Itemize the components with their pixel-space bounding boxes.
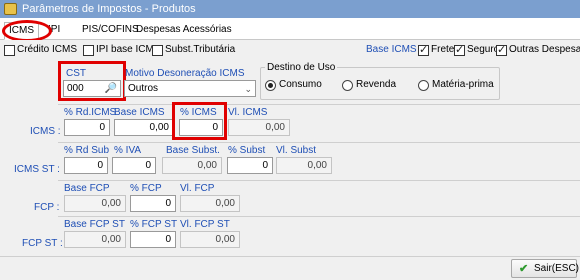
vl-subst-input[interactable]: 0,00 <box>276 157 332 174</box>
pct-fcp-input[interactable]: 0 <box>130 195 176 212</box>
base-icms-field-label: Base ICMS <box>114 107 165 118</box>
check-icon: ✔ <box>519 263 529 275</box>
app-icon <box>4 3 17 15</box>
motivo-desoneracao-label: Motivo Desoneração ICMS <box>125 68 245 79</box>
base-fcp-st-label: Base FCP ST <box>64 219 125 230</box>
sair-button[interactable]: ✔ Sair(ESC) <box>511 259 580 278</box>
sair-button-label: Sair(ESC) <box>534 263 580 274</box>
radio-revenda-label: Revenda <box>356 79 397 90</box>
fcp-st-row-label: FCP ST : <box>22 238 63 249</box>
subst-tributaria-checkbox[interactable] <box>152 45 163 56</box>
rd-sub-label: % Rd Sub <box>64 145 110 156</box>
rd-icms-label: % Rd.ICMS <box>64 107 117 118</box>
fcp-row-divider <box>58 180 580 181</box>
icms-row-divider <box>58 104 580 105</box>
seguro-checkbox[interactable] <box>454 43 465 56</box>
outras-despesas-label: Outras Despesas <box>509 44 580 55</box>
vl-icms-input[interactable]: 0,00 <box>228 119 290 136</box>
base-subst-label: Base Subst. <box>166 145 220 156</box>
tab-despesas-acessorias[interactable]: Despesas Acessórias <box>132 22 236 40</box>
vl-subst-label: Vl. Subst <box>276 145 317 156</box>
base-fcp-label: Base FCP <box>64 183 110 194</box>
vl-fcp-st-input[interactable]: 0,00 <box>180 231 240 248</box>
pct-subst-input[interactable]: 0 <box>227 157 273 174</box>
radio-materia-prima-label: Matéria-prima <box>432 79 494 90</box>
highlight-oval-tab-icms <box>2 20 52 42</box>
ipi-base-icms-label: IPI base ICMS <box>96 44 161 55</box>
vl-fcp-label: Vl. FCP <box>180 183 215 194</box>
base-fcp-input[interactable]: 0,00 <box>64 195 126 212</box>
vl-icms-label: Vl. ICMS <box>228 107 268 118</box>
base-icms-input[interactable]: 0,00 <box>114 119 174 136</box>
window-title: Parâmetros de Impostos - Produtos <box>22 3 196 15</box>
iva-input[interactable]: 0 <box>112 157 156 174</box>
pct-fcp-st-input[interactable]: 0 <box>130 231 176 248</box>
base-subst-input[interactable]: 0,00 <box>162 157 222 174</box>
icms-st-row-label: ICMS ST : <box>14 164 60 175</box>
seguro-label: Seguro <box>467 44 500 55</box>
frete-label: Frete <box>431 44 455 55</box>
credito-icms-label: Crédito ICMS <box>17 44 78 55</box>
radio-consumo-label: Consumo <box>279 79 322 90</box>
pct-fcp-st-label: % FCP ST <box>130 219 178 230</box>
icms-row-label: ICMS : <box>30 126 61 137</box>
pct-subst-label: % Subst <box>228 145 266 156</box>
vl-fcp-st-label: Vl. FCP ST <box>180 219 230 230</box>
radio-materia-prima[interactable] <box>418 80 429 91</box>
outras-despesas-checkbox[interactable] <box>496 43 507 56</box>
icms-st-row-divider <box>58 142 580 143</box>
vl-fcp-input[interactable]: 0,00 <box>180 195 240 212</box>
base-icms-label: Base ICMS : <box>366 44 423 55</box>
credito-icms-checkbox[interactable] <box>4 45 15 56</box>
ipi-base-icms-checkbox[interactable] <box>83 45 94 56</box>
subst-tributaria-label: Subst.Tributária <box>165 44 236 55</box>
chevron-down-icon: ⌄ <box>244 84 252 94</box>
fcp-st-row-divider <box>58 216 580 217</box>
highlight-box-pct-icms <box>172 102 227 140</box>
iva-label: % IVA <box>114 145 142 156</box>
frete-checkbox[interactable] <box>418 43 429 56</box>
motivo-desoneracao-value: Outros <box>128 83 159 94</box>
tab-bar: ICMS IPI PIS/COFINS Despesas Acessórias <box>0 18 580 40</box>
fcp-row-label: FCP : <box>34 202 60 213</box>
window-title-bar: Parâmetros de Impostos - Produtos <box>0 0 580 18</box>
radio-consumo[interactable] <box>265 80 276 91</box>
highlight-box-cst <box>58 61 126 101</box>
rd-icms-input[interactable]: 0 <box>64 119 110 136</box>
rd-sub-input[interactable]: 0 <box>64 157 108 174</box>
base-fcp-st-input[interactable]: 0,00 <box>64 231 126 248</box>
footer-divider <box>0 256 580 257</box>
destino-de-uso-label: Destino de Uso <box>265 62 338 73</box>
pct-fcp-label: % FCP <box>130 183 162 194</box>
motivo-desoneracao-select[interactable]: Outros ⌄ <box>124 80 256 97</box>
radio-revenda[interactable] <box>342 80 353 91</box>
